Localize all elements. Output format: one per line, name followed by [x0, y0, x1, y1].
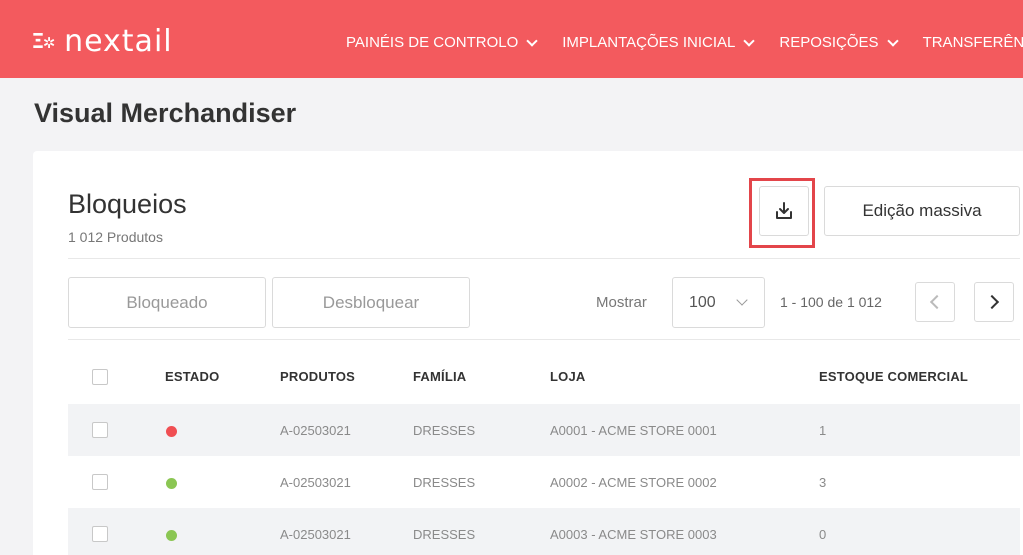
cell-stock: 0 [819, 527, 827, 542]
section-title: Bloqueios [68, 189, 187, 219]
row-checkbox[interactable] [92, 474, 108, 490]
block-button[interactable]: Bloqueado [68, 277, 266, 328]
nav-item-initial-allocations[interactable]: IMPLANTAÇÕES INICIAL [562, 34, 756, 51]
row-checkbox[interactable] [92, 422, 108, 438]
nav-item-transfers[interactable]: TRANSFERÊNCIAS [923, 34, 1023, 51]
nav-item-label: TRANSFERÊNCIAS [922, 34, 1023, 51]
cell-store: A0002 - ACME STORE 0002 [550, 475, 717, 490]
cell-store: A0001 - ACME STORE 0001 [550, 423, 717, 438]
divider [68, 258, 1020, 259]
table-row[interactable]: A-02503021 DRESSES A0003 - ACME STORE 00… [68, 508, 1020, 555]
chevron-down-icon [526, 34, 538, 47]
download-icon [776, 202, 792, 219]
product-count: 1 012 Produtos [68, 229, 163, 245]
chevron-right-icon [984, 294, 1000, 310]
column-header-store[interactable]: LOJA [550, 369, 585, 384]
nextail-logo[interactable]: Ξ✲ nextail [32, 23, 173, 59]
unblock-button[interactable]: Desbloquear [272, 277, 470, 328]
main-nav: PAINÉIS DE CONTROLO IMPLANTAÇÕES INICIAL… [346, 34, 1023, 51]
cell-product: A-02503021 [280, 475, 351, 490]
table-row[interactable]: A-02503021 DRESSES A0002 - ACME STORE 00… [68, 456, 1020, 508]
cell-product: A-02503021 [280, 423, 351, 438]
logo-mark-icon: Ξ✲ [32, 29, 55, 53]
nav-item-replenishments[interactable]: REPOSIÇÕES [779, 34, 899, 51]
bulk-edit-button[interactable]: Edição massiva [824, 186, 1020, 236]
column-header-products[interactable]: PRODUTOS [280, 369, 355, 384]
top-navigation-bar: Ξ✲ nextail PAINÉIS DE CONTROLO IMPLANTAÇ… [0, 0, 1023, 78]
nav-item-label: PAINÉIS DE CONTROLO [346, 34, 519, 51]
blocks-card: Bloqueios 1 012 Produtos Edição massiva … [33, 151, 1023, 555]
status-green-icon [166, 530, 177, 541]
column-header-commercial-stock[interactable]: ESTOQUE COMERCIAL [819, 369, 968, 384]
nav-item-label: REPOSIÇÕES [779, 34, 879, 51]
page-title: Visual Merchandiser [34, 98, 297, 128]
page-size-value: 100 [689, 293, 716, 311]
page-size-select[interactable]: 100 [672, 277, 765, 328]
cell-stock: 1 [819, 423, 827, 438]
chevron-down-icon [886, 34, 899, 47]
pagination-range: 1 - 100 de 1 012 [780, 294, 882, 310]
table-header: ESTADO PRODUTOS FAMÍLIA LOJA ESTOQUE COM… [68, 351, 1020, 403]
table-row[interactable]: A-02503021 DRESSES A0001 - ACME STORE 00… [68, 404, 1020, 456]
download-button[interactable] [759, 186, 809, 236]
nav-item-dashboards[interactable]: PAINÉIS DE CONTROLO [346, 34, 538, 51]
divider [68, 339, 1020, 340]
chevron-down-icon [736, 294, 748, 306]
chevron-down-icon [743, 34, 756, 47]
cell-store: A0003 - ACME STORE 0003 [550, 527, 717, 542]
column-header-family[interactable]: FAMÍLIA [413, 369, 466, 384]
status-green-icon [166, 478, 177, 489]
status-red-icon [166, 426, 177, 437]
cell-stock: 3 [819, 475, 827, 490]
row-checkbox[interactable] [92, 526, 108, 542]
show-label: Mostrar [596, 294, 647, 311]
previous-page-button[interactable] [915, 282, 955, 322]
chevron-left-icon [929, 294, 945, 310]
select-all-checkbox[interactable] [92, 369, 108, 385]
cell-family: DRESSES [413, 475, 476, 490]
cell-family: DRESSES [413, 527, 476, 542]
cell-family: DRESSES [413, 423, 476, 438]
logo-text: nextail [64, 23, 173, 59]
column-header-status[interactable]: ESTADO [165, 369, 219, 384]
next-page-button[interactable] [974, 282, 1014, 322]
nav-item-label: IMPLANTAÇÕES INICIAL [562, 34, 736, 51]
cell-product: A-02503021 [280, 527, 351, 542]
